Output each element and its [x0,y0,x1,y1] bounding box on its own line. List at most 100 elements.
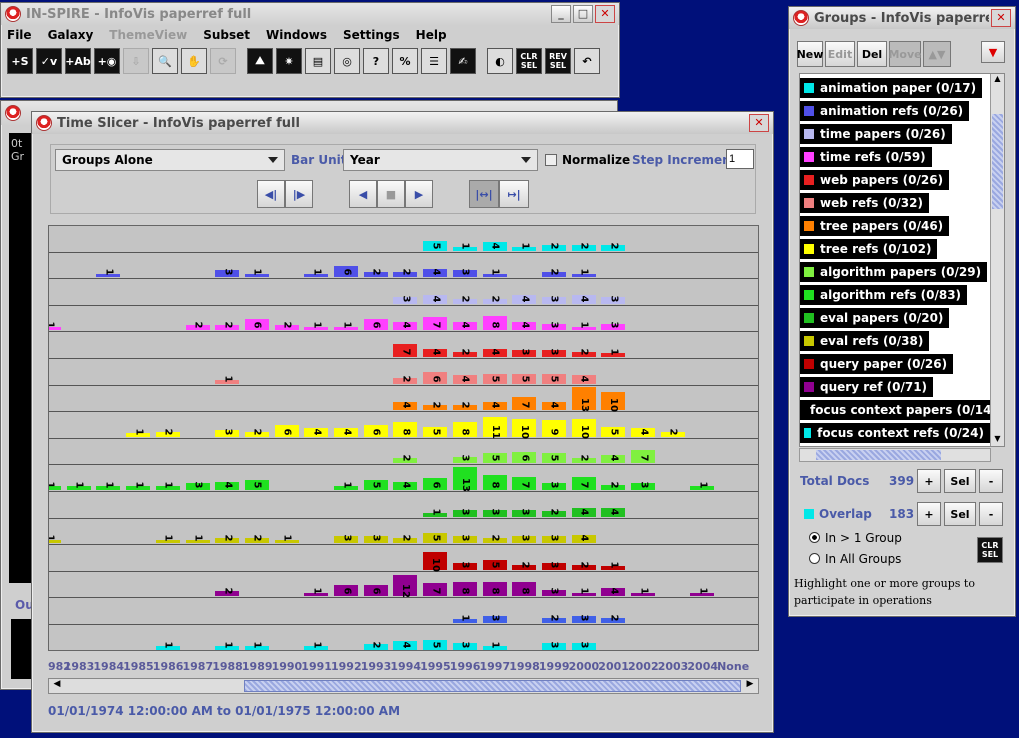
bar[interactable]: 3 [541,349,566,357]
bar[interactable]: 1 [304,322,329,331]
menu-subset[interactable]: Subset [203,28,250,42]
horizontal-scrollbar[interactable]: ◀ ▶ [48,678,759,694]
bar[interactable]: 4 [423,349,448,357]
bar[interactable]: 2 [215,535,240,544]
bar[interactable]: 4 [571,375,596,384]
bar[interactable]: 3 [452,508,477,517]
check-v-icon[interactable]: ✓v [36,48,62,74]
down-arrow-icon[interactable]: ⇩ [123,48,149,74]
total-minus-button[interactable]: - [979,469,1003,493]
bar[interactable]: 8 [452,421,477,437]
group-item[interactable]: time papers (0/26) [800,123,990,145]
bar[interactable]: 1 [334,322,358,331]
group-item[interactable]: query paper (0/26) [800,353,990,375]
bar[interactable]: 3 [571,615,596,623]
bar[interactable]: 2 [155,428,180,437]
bar[interactable]: 3 [452,269,477,278]
bar[interactable]: 4 [482,402,507,411]
bar[interactable]: 2 [571,561,596,570]
range-end-icon[interactable]: ↦| [499,180,529,208]
bar[interactable]: 10 [512,418,537,439]
bar[interactable]: 3 [452,535,477,544]
bar[interactable]: 1 [49,535,61,544]
bar[interactable]: 5 [541,373,566,384]
close-button[interactable]: ✕ [991,9,1011,27]
step-increment-input[interactable] [726,149,754,169]
bar[interactable]: 9 [541,420,566,437]
bar[interactable]: 1 [601,349,626,357]
group-item[interactable]: eval refs (0/38) [800,330,990,352]
radio-in-all-groups[interactable] [809,553,820,564]
bar[interactable]: 4 [512,295,537,304]
bar[interactable]: 2 [452,349,477,357]
bar[interactable]: 3 [452,641,477,650]
bar[interactable]: 3 [185,482,210,490]
bar[interactable]: 1 [66,482,91,490]
scroll-right-icon[interactable]: ▶ [742,679,758,693]
bar[interactable]: 3 [601,322,626,331]
bar[interactable]: 8 [482,581,507,597]
bar[interactable]: 3 [541,588,566,597]
group-item[interactable]: query ref (0/71) [800,376,990,398]
bar[interactable]: 6 [363,584,388,597]
time-slicer-chart[interactable]: 5141222131162243121342243431226211647484… [48,225,759,651]
bar[interactable]: 4 [393,322,418,331]
bar[interactable]: 2 [601,482,626,490]
bar[interactable]: 6 [334,584,358,597]
bar[interactable]: 6 [423,478,448,490]
bar[interactable]: 2 [541,615,566,623]
group-item[interactable]: focus context papers (0/14) [800,399,1003,421]
plus-s-icon[interactable]: +S [7,48,33,74]
vertical-scrollbar[interactable]: ▲ ▼ [990,74,1004,446]
bar[interactable]: 1 [571,322,596,331]
step-forward-icon[interactable]: |▶ [285,180,313,208]
bar[interactable]: 3 [541,295,566,304]
bar[interactable]: 2 [363,641,388,650]
bar[interactable]: 7 [423,317,448,331]
bar[interactable]: 7 [423,583,448,597]
groups-titlebar[interactable]: Groups - InfoVis paperref... ✕ [789,7,1015,29]
bar[interactable]: 5 [541,453,566,464]
menu-galaxy[interactable]: Galaxy [48,28,94,42]
bar[interactable]: 4 [601,455,626,464]
bar[interactable]: 1 [452,242,477,251]
bar[interactable]: 1 [571,588,596,597]
bar[interactable]: 2 [274,322,299,331]
bar[interactable]: 5 [423,240,448,251]
bar[interactable]: 13 [571,387,596,412]
maximize-button[interactable]: □ [573,5,593,23]
minimize-button[interactable]: _ [551,5,571,23]
bar[interactable]: 8 [482,475,507,490]
bar[interactable]: 1 [215,641,240,650]
bar[interactable]: 4 [541,402,566,411]
scroll-thumb[interactable] [992,114,1003,209]
bar[interactable]: 3 [541,535,566,544]
group-item[interactable]: animation paper (0/17) [800,77,990,99]
bar[interactable]: 4 [393,482,418,490]
clear-select-icon[interactable]: CLR SEL [516,48,542,74]
bar[interactable]: 2 [393,375,418,384]
bar-unit-select[interactable]: Year [343,149,538,171]
bar[interactable]: 3 [452,561,477,570]
move-group-button[interactable]: Move [888,41,922,67]
bar[interactable]: 1 [126,428,151,437]
bar[interactable]: 6 [423,372,448,384]
bar[interactable]: 3 [541,482,566,490]
percent-icon[interactable]: % [392,48,418,74]
bar[interactable]: 2 [660,428,685,437]
bar[interactable]: 8 [393,421,418,437]
bar[interactable]: 2 [244,535,269,544]
step-back-icon[interactable]: ◀| [257,180,285,208]
bar[interactable]: 1 [49,482,61,490]
bar[interactable]: 1 [185,535,210,544]
bar[interactable]: 6 [244,318,269,331]
group-item[interactable]: animation refs (0/26) [800,100,990,122]
bar[interactable]: 4 [571,295,596,304]
bar[interactable]: 3 [601,295,626,304]
bar[interactable]: 3 [452,455,477,464]
move-up-down-icon[interactable]: ▲▼ [923,41,951,67]
bar[interactable]: 5 [482,453,507,464]
bar[interactable]: 5 [601,426,626,437]
bar[interactable]: 1 [244,641,269,650]
bar[interactable]: 4 [334,428,358,437]
